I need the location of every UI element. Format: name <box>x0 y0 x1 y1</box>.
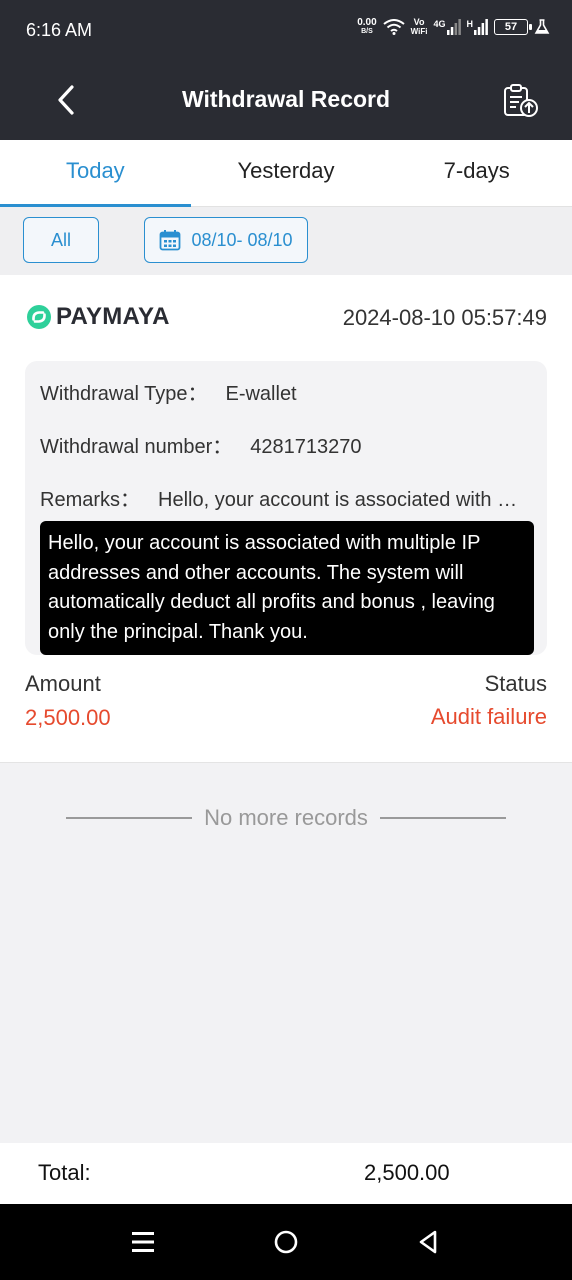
withdrawal-type-row: Withdrawal Type： E-wallet <box>40 377 297 406</box>
chevron-left-icon <box>58 85 74 115</box>
divider-left <box>66 817 193 819</box>
status-value: Audit failure <box>430 704 547 729</box>
remarks-value: Hello, your account is associated with m… <box>158 489 530 511</box>
withdrawal-type-label: Withdrawal Type： <box>40 383 208 405</box>
status-label: Status <box>484 671 547 696</box>
system-nav-bar <box>0 1204 572 1280</box>
tab-today[interactable]: Today <box>0 140 191 207</box>
wifi-icon <box>383 19 405 35</box>
total-bar: Total: 2,500.00 <box>0 1143 572 1204</box>
withdrawal-number-value: 4281713270 <box>250 436 362 458</box>
back-nav-button[interactable] <box>408 1222 448 1262</box>
withdrawal-type-value: E-wallet <box>225 383 297 405</box>
end-of-list: No more records <box>66 805 506 831</box>
triangle-back-icon <box>419 1230 437 1254</box>
export-records-button[interactable] <box>500 80 542 122</box>
signal-bars-icon <box>474 19 488 35</box>
provider: PAYMAYA <box>26 303 170 331</box>
back-button[interactable] <box>46 80 86 120</box>
vowifi-top: Vo <box>413 17 425 27</box>
clipboard-upload-icon <box>504 84 538 117</box>
withdrawal-number-row: Withdrawal number： 4281713270 <box>40 430 362 459</box>
home-circle-icon <box>274 1230 298 1254</box>
record-datetime: 2024-08-10 05:57:49 <box>342 305 547 330</box>
filter-bar: All 08/10- 08/10 <box>0 207 572 275</box>
remarks-label: Remarks： <box>40 489 141 511</box>
calendar-icon <box>160 230 181 251</box>
home-button[interactable] <box>266 1222 306 1262</box>
vowifi-indicator: Vo WiFi <box>410 17 428 37</box>
status-icons: 0.00 B/S Vo WiFi 4G H 57 <box>357 18 550 36</box>
amount-value: 2,500.00 <box>25 705 111 730</box>
battery-icon: 57 <box>494 19 532 35</box>
provider-name: PAYMAYA <box>56 303 170 330</box>
signal-4g-indicator: 4G <box>433 19 461 35</box>
flask-icon <box>534 19 550 34</box>
net-h-label: H <box>466 19 474 29</box>
vowifi-bottom: WiFi <box>410 27 428 36</box>
signal-bars-icon <box>446 19 461 35</box>
menu-icon <box>132 1232 154 1252</box>
amount-label: Amount <box>25 671 101 696</box>
withdrawal-number-label: Withdrawal number： <box>40 436 233 458</box>
net-speed-value: 0.00 <box>357 17 377 28</box>
status-bar: 6:16 AM 0.00 B/S Vo WiFi 4G H 57 <box>0 0 572 62</box>
filter-all-button[interactable]: All <box>23 217 99 263</box>
withdrawal-record-card[interactable]: PAYMAYA 2024-08-10 05:57:49 Withdrawal T… <box>0 275 572 763</box>
signal-h-indicator: H <box>467 19 489 35</box>
net-speed-unit: B/S <box>361 28 373 35</box>
record-details: Withdrawal Type： E-wallet Withdrawal numb… <box>25 361 547 655</box>
date-range-picker[interactable]: 08/10- 08/10 <box>144 217 308 263</box>
date-range-label: 08/10- 08/10 <box>191 229 293 250</box>
tab-yesterday[interactable]: Yesterday <box>191 140 382 206</box>
paymaya-logo-icon <box>27 305 51 329</box>
divider-right <box>379 817 506 819</box>
net-speed-indicator: 0.00 B/S <box>357 18 376 36</box>
tab-7-days[interactable]: 7-days <box>381 140 572 206</box>
recents-button[interactable] <box>123 1222 163 1262</box>
total-value: 2,500.00 <box>364 1160 450 1185</box>
remarks-row[interactable]: Remarks： Hello, your account is associate… <box>40 483 530 512</box>
battery-level: 57 <box>504 21 518 33</box>
status-time: 6:16 AM <box>26 20 93 40</box>
period-tabs: Today Yesterday 7-days <box>0 140 572 207</box>
remarks-tooltip: Hello, your account is associated with m… <box>40 521 534 655</box>
total-label: Total: <box>38 1160 91 1185</box>
app-header: Withdrawal Record <box>0 62 572 140</box>
no-more-records-text: No more records <box>204 805 368 830</box>
net-4g-label: 4G <box>433 19 446 29</box>
